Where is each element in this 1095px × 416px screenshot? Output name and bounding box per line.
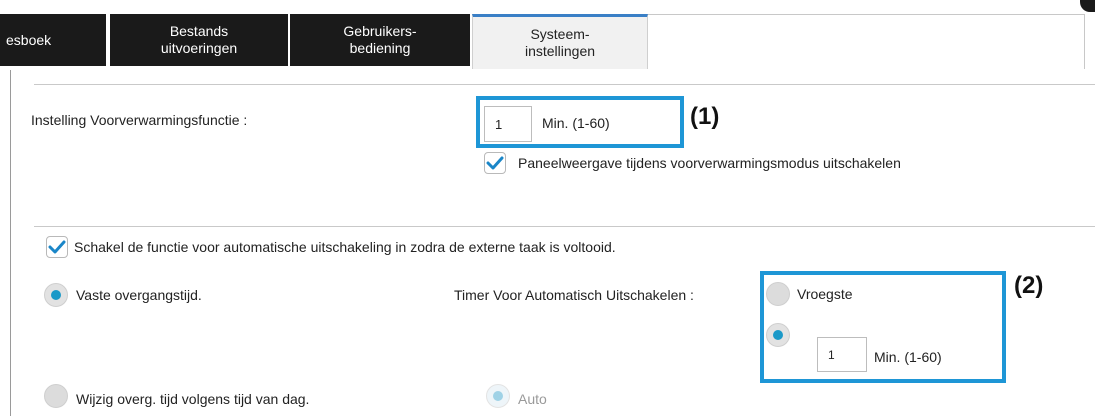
tab-strip-outline [648,14,1085,69]
preheat-label: Instelling Voorverwarmingsfunctie : [31,112,248,128]
auto-off-timer-label: Timer Voor Automatisch Uitschakelen : [454,287,694,303]
callout-label-2: (2) [1014,272,1044,299]
window-corner-mark [1080,0,1095,12]
tab-label: Gebruikers- bediening [343,23,417,56]
tab-label: Bestands uitvoeringen [160,23,238,56]
earliest-label: Vroegste [797,286,853,302]
preheat-minutes-input[interactable]: 1 [484,106,532,142]
custom-minutes-radio[interactable] [766,323,790,347]
time-of-day-radio[interactable] [44,384,68,408]
content-frame-left [10,70,11,416]
auto-radio[interactable] [486,384,510,408]
tab-file-operations[interactable]: Bestands uitvoeringen [110,14,290,66]
tab-system-settings[interactable]: Systeem- instellingen [472,14,648,69]
tab-user-control[interactable]: Gebruikers- bediening [290,14,472,66]
preheat-unit-label: Min. (1-60) [542,115,610,131]
fixed-transition-label: Vaste overgangstijd. [76,287,202,303]
checkmark-icon [48,240,66,254]
fixed-transition-radio[interactable] [44,283,68,307]
panel-display-label: Paneelweergave tijdens voorverwarmingsmo… [518,155,901,171]
tab-bar: esboek Bestands uitvoeringen Gebruikers-… [0,0,1095,70]
earliest-radio[interactable] [766,282,790,306]
tab-label: Systeem- instellingen [524,26,596,59]
auto-off-enable-label: Schakel de functie voor automatische uit… [74,239,616,255]
checkmark-icon [486,156,504,170]
time-of-day-label: Wijzig overg. tijd volgens tijd van dag. [76,391,310,407]
tab-label: esboek [6,31,52,48]
tab-address-book[interactable]: esboek [0,14,108,66]
panel-display-checkbox[interactable] [484,152,506,174]
section-divider [34,84,1095,85]
section-divider [34,226,1095,227]
auto-off-unit-label: Min. (1-60) [874,349,942,365]
auto-off-minutes-input[interactable]: 1 [817,337,867,372]
auto-off-enable-checkbox[interactable] [46,236,68,258]
auto-label: Auto [518,391,547,407]
callout-label-1: (1) [690,103,720,130]
